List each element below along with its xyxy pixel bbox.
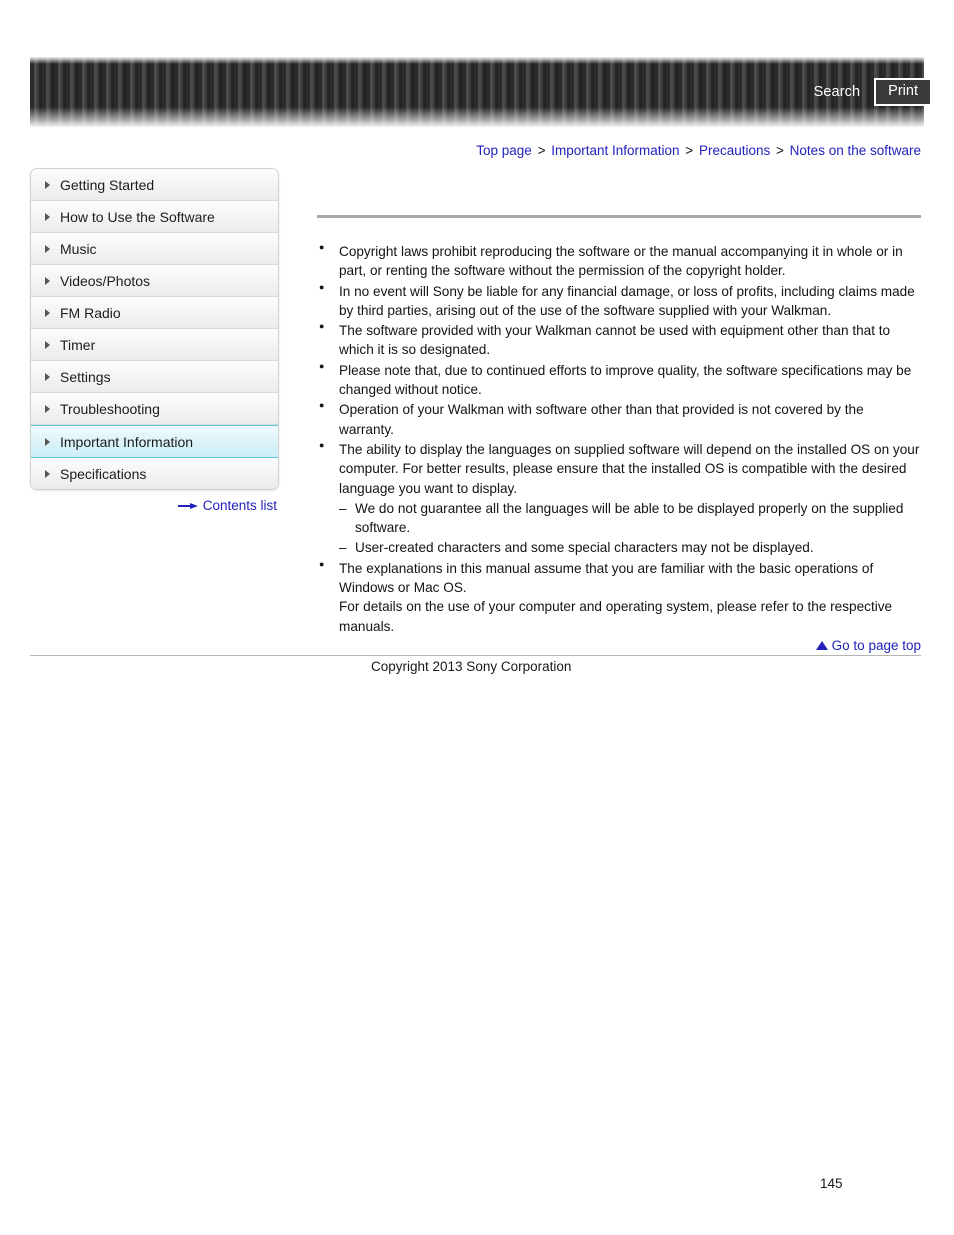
note-text: In no event will Sony be liable for any … <box>339 283 915 318</box>
page-number: 145 <box>820 1176 843 1191</box>
sidebar-item-how-to-use-the-software[interactable]: How to Use the Software <box>31 201 278 233</box>
note-item: In no event will Sony be liable for any … <box>317 281 921 321</box>
contents-list-link[interactable]: Contents list <box>30 498 277 513</box>
sidebar-item-getting-started[interactable]: Getting Started <box>31 169 278 201</box>
triangle-right-icon <box>45 180 50 189</box>
note-item: Operation of your Walkman with software … <box>317 399 921 439</box>
triangle-right-icon <box>45 469 50 478</box>
breadcrumb-item-top-page[interactable]: Top page <box>476 143 532 158</box>
sidebar-item-troubleshooting[interactable]: Troubleshooting <box>31 393 278 425</box>
sidebar-item-videos-photos[interactable]: Videos/Photos <box>31 265 278 297</box>
note-text: Please note that, due to continued effor… <box>339 362 912 398</box>
note-item: The explanations in this manual assume t… <box>317 558 921 636</box>
sidebar-item-specifications[interactable]: Specifications <box>31 458 278 489</box>
triangle-right-icon <box>45 244 50 253</box>
note-text: The software provided with your Walkman … <box>339 323 891 358</box>
note-sub-item: User-created characters and some special… <box>339 538 921 558</box>
note-text: Copyright laws prohibit reproducing the … <box>339 244 903 279</box>
sidebar-item-music[interactable]: Music <box>31 233 278 265</box>
sidebar-item-label: Troubleshooting <box>60 400 160 417</box>
note-text: The explanations in this manual assume t… <box>339 560 893 634</box>
sidebar-item-timer[interactable]: Timer <box>31 329 278 361</box>
copyright-text: Copyright 2013 Sony Corporation <box>371 659 572 674</box>
breadcrumb-separator: > <box>776 143 784 158</box>
note-item: The software provided with your Walkman … <box>317 320 921 360</box>
print-button[interactable]: Print <box>874 78 932 106</box>
sidebar-item-label: Getting Started <box>60 176 155 193</box>
sidebar-item-fm-radio[interactable]: FM Radio <box>31 297 278 329</box>
sidebar-item-label: Timer <box>60 336 96 353</box>
main-content: Copyright laws prohibit reproducing the … <box>317 215 921 637</box>
note-item: Please note that, due to continued effor… <box>317 360 921 400</box>
breadcrumb-separator: > <box>685 143 694 158</box>
sidebar-item-label: Videos/Photos <box>60 272 151 289</box>
sidebar-item-label: FM Radio <box>60 304 121 321</box>
footer-divider <box>30 655 921 656</box>
note-sub-list: We do not guarantee all the languages wi… <box>339 499 921 558</box>
search-button[interactable]: Search <box>814 84 861 100</box>
breadcrumb-item-notes-on-the-software[interactable]: Notes on the software <box>790 143 921 158</box>
go-to-page-top-link[interactable]: Go to page top <box>317 638 921 653</box>
sidebar-item-label: Specifications <box>60 465 147 482</box>
triangle-right-icon <box>45 340 50 349</box>
notes-bullet-list: Copyright laws prohibit reproducing the … <box>317 241 921 636</box>
breadcrumb-separator: > <box>537 143 546 158</box>
note-item: The ability to display the languages on … <box>317 439 921 558</box>
note-text: The ability to display the languages on … <box>339 441 920 496</box>
sidebar-item-label: Settings <box>60 368 111 385</box>
triangle-right-icon <box>45 212 50 221</box>
note-sub-item: We do not guarantee all the languages wi… <box>339 499 921 538</box>
triangle-right-icon <box>45 437 50 446</box>
contents-list-label: Contents list <box>202 498 277 513</box>
header-controls: Search Print <box>814 78 932 106</box>
breadcrumb-item-important-information[interactable]: Important Information <box>551 143 679 158</box>
content-top-divider <box>317 215 921 218</box>
sidebar-item-label: How to Use the Software <box>60 208 215 225</box>
breadcrumb: Top page > Important Information > Preca… <box>476 143 921 158</box>
sidebar-item-label: Important Information <box>60 433 194 450</box>
sidebar-navigation: Getting Started How to Use the Software Mu… <box>30 168 279 490</box>
sidebar-item-settings[interactable]: Settings <box>31 361 278 393</box>
note-item: Copyright laws prohibit reproducing the … <box>317 241 921 281</box>
sidebar-item-label: Music <box>60 240 97 257</box>
triangle-up-icon <box>815 641 828 650</box>
triangle-right-icon <box>45 372 50 381</box>
triangle-right-icon <box>45 276 50 285</box>
go-to-page-top-label: Go to page top <box>831 638 921 653</box>
sidebar-item-important-information[interactable]: Important Information <box>31 425 278 458</box>
breadcrumb-item-precautions[interactable]: Precautions <box>699 143 770 158</box>
triangle-right-icon <box>45 404 50 413</box>
triangle-right-icon <box>45 308 50 317</box>
arrow-right-icon <box>177 502 198 509</box>
header-banner <box>30 57 924 127</box>
note-text: Operation of your Walkman with software … <box>339 402 864 437</box>
